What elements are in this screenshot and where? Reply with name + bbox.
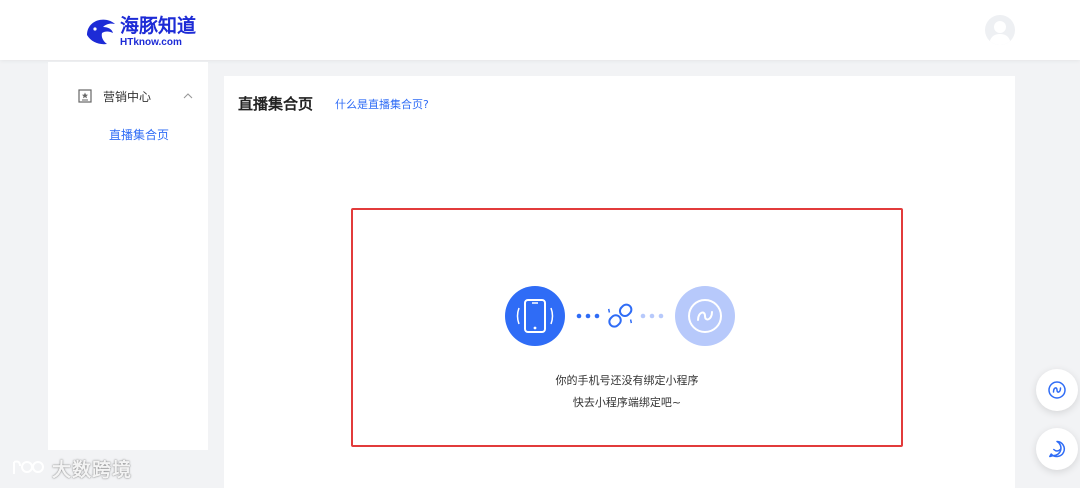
help-link[interactable]: 什么是直播集合页? — [335, 96, 429, 112]
connector-dots-right — [640, 313, 664, 319]
top-bar: 海豚知道 HTknow.com — [0, 0, 1080, 60]
sidebar-group-marketing[interactable]: 营销中心 — [48, 84, 208, 108]
sidebar-group-label: 营销中心 — [103, 90, 152, 104]
chevron-up-icon — [183, 93, 193, 99]
logo[interactable]: 海豚知道 HTknow.com — [84, 14, 196, 50]
sidebar: 营销中心 直播集合页 — [48, 62, 208, 450]
float-mini-program-button[interactable] — [1036, 369, 1078, 411]
main-panel: 直播集合页 什么是直播集合页? 你的手机号还没有绑定小程序 快去小程序端绑定吧~ — [224, 76, 1015, 488]
watermark-logo-icon — [13, 460, 44, 474]
dolphin-logo-icon — [87, 19, 115, 45]
chat-icon — [1049, 440, 1066, 458]
avatar[interactable] — [985, 15, 1015, 45]
empty-state-hint: 快去小程序端绑定吧~ — [572, 396, 682, 409]
star-badge-icon — [78, 89, 92, 103]
logo-title: 海豚知道 — [120, 14, 197, 37]
watermark: 大数跨境 — [10, 456, 133, 481]
connector-dots-left — [576, 313, 600, 319]
watermark-text: 大数跨境 — [52, 458, 133, 481]
sidebar-item-live-collection[interactable]: 直播集合页 — [109, 126, 169, 143]
float-chat-button[interactable] — [1036, 428, 1078, 470]
link-icon — [607, 303, 633, 328]
empty-state: 你的手机号还没有绑定小程序 快去小程序端绑定吧~ — [351, 208, 903, 447]
empty-state-message: 你的手机号还没有绑定小程序 — [555, 374, 699, 387]
page-title: 直播集合页 — [238, 95, 314, 113]
mini-program-icon — [1048, 381, 1066, 399]
mini-program-icon — [675, 286, 735, 346]
user-avatar-icon — [989, 21, 1011, 45]
logo-domain: HTknow.com — [120, 36, 182, 48]
phone-icon — [505, 286, 565, 346]
logo-text: 海豚知道 HTknow.com — [120, 14, 197, 48]
